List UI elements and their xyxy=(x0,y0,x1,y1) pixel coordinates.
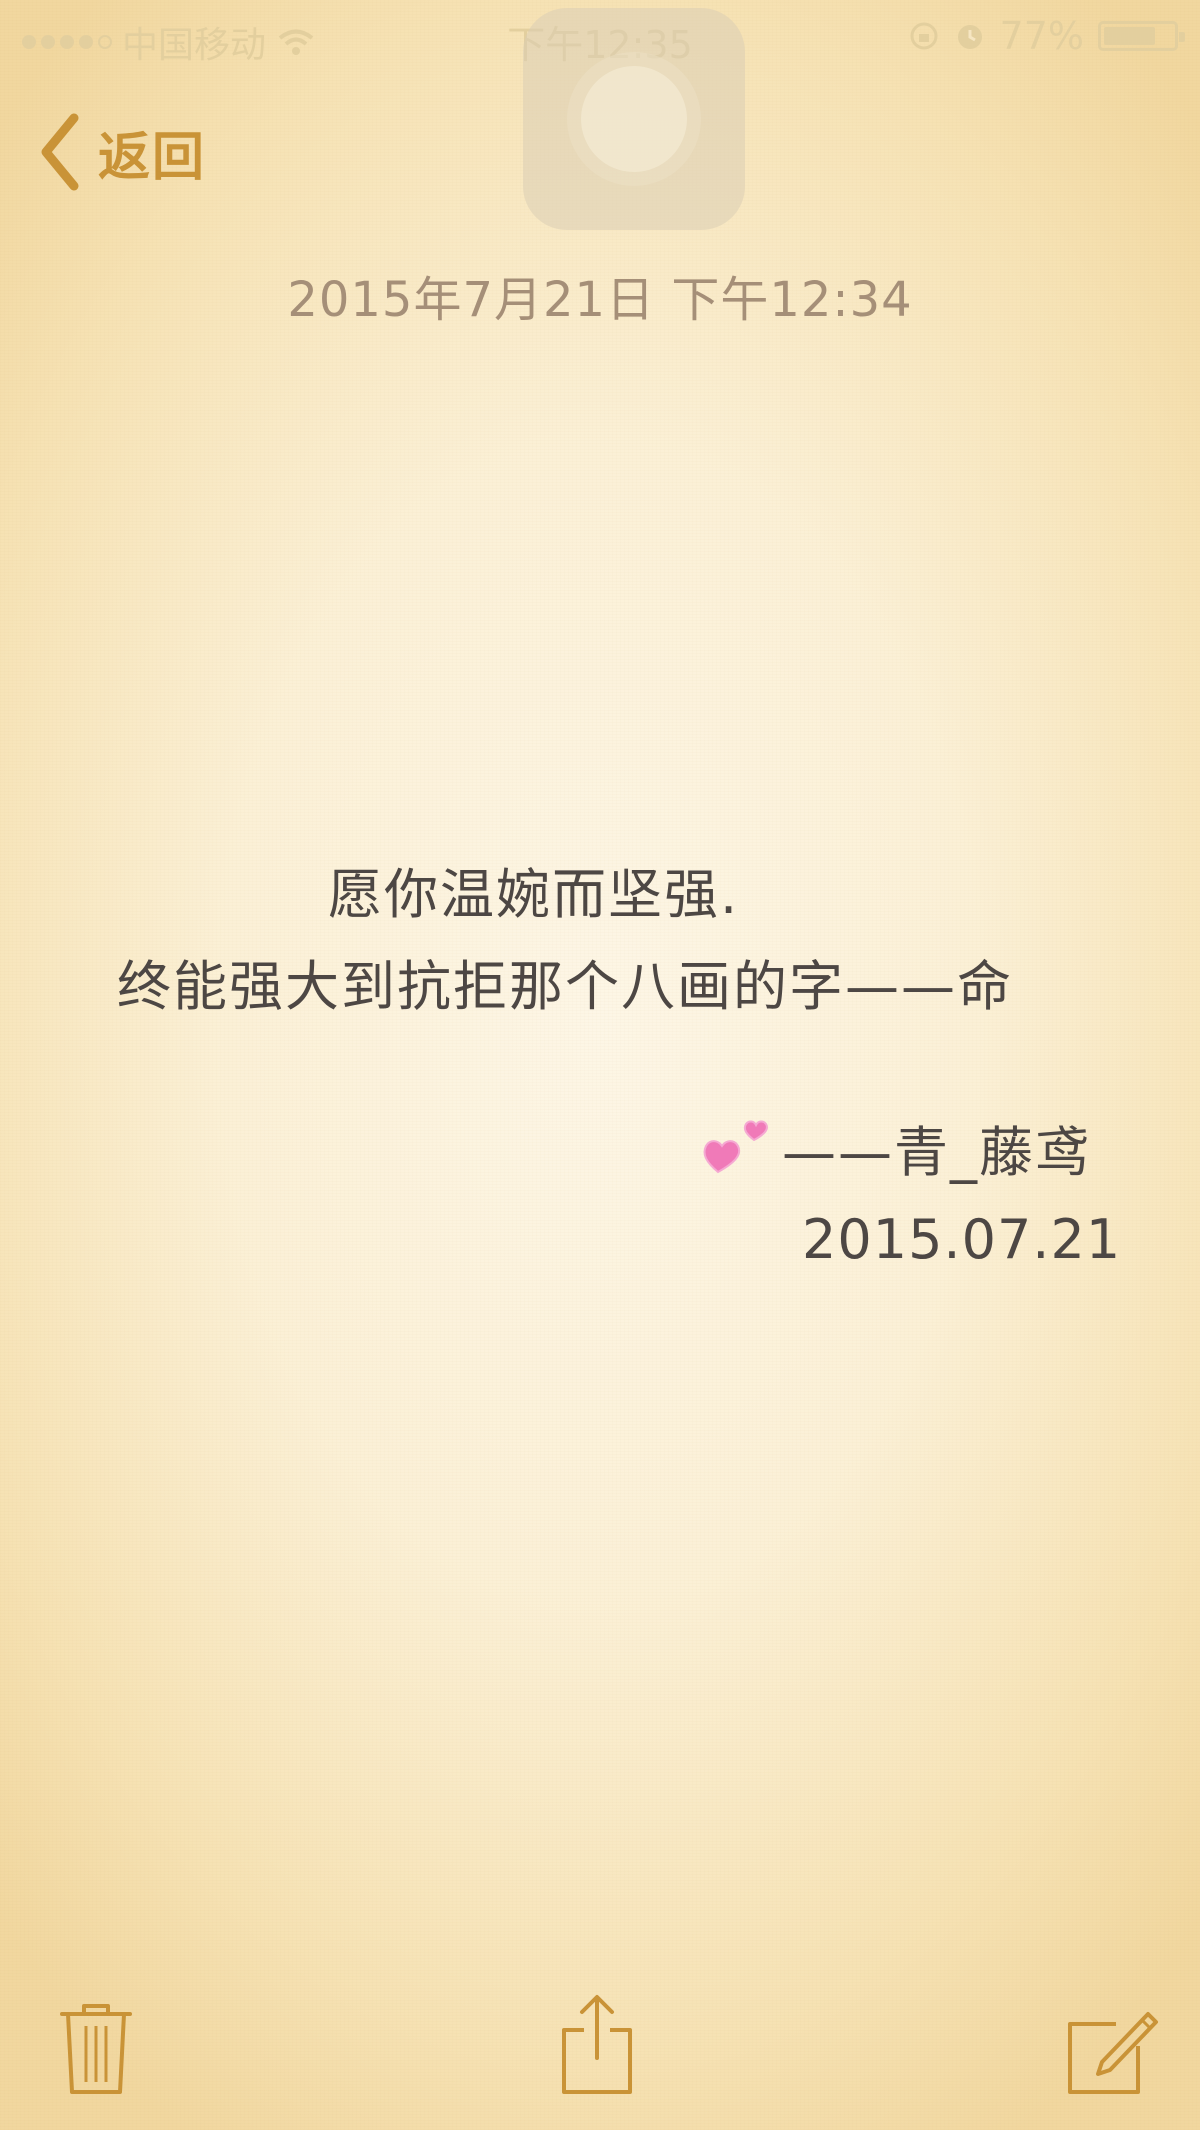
note-date: 2015年7月21日 下午12:34 xyxy=(287,272,913,328)
assistive-touch-circle-icon xyxy=(581,66,687,172)
note-line-1[interactable]: 愿你温婉而坚强. xyxy=(328,850,739,929)
orientation-lock-icon xyxy=(910,22,938,50)
signature[interactable]: ——青_藤鸢 xyxy=(700,1108,1091,1187)
signature-text: ——青_藤鸢 xyxy=(782,1121,1091,1184)
alarm-icon xyxy=(957,25,982,49)
status-right: 77% xyxy=(908,14,1185,58)
trash-icon[interactable] xyxy=(58,2000,134,2096)
battery-percent: 77% xyxy=(999,14,1084,58)
battery-fill xyxy=(1104,27,1155,45)
assistive-touch-button[interactable] xyxy=(523,8,745,230)
share-icon[interactable] xyxy=(558,1992,636,2096)
two-hearts-icon xyxy=(703,1120,768,1173)
compose-icon[interactable] xyxy=(1066,2002,1160,2096)
note-line-2[interactable]: 终能强大到抗拒那个八画的字——命 xyxy=(117,942,1013,1021)
back-button[interactable]: 返回 xyxy=(38,112,206,192)
signature-date[interactable]: 2015.07.21 xyxy=(802,1208,1121,1271)
back-label: 返回 xyxy=(98,127,207,188)
battery-cap xyxy=(1179,32,1185,42)
chevron-left-icon xyxy=(41,113,79,191)
battery-icon xyxy=(1098,21,1185,51)
